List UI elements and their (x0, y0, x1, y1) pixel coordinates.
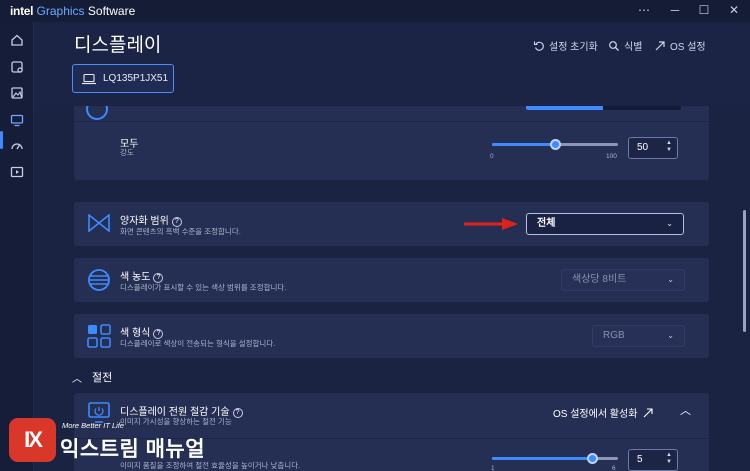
os-enable-link[interactable]: OS 설정에서 활성화 (553, 405, 653, 420)
sidebar-active-indicator (0, 131, 3, 149)
external-link-icon (644, 407, 653, 417)
stripes-circle-icon (88, 269, 110, 291)
tab-basic[interactable]: 기본 (526, 106, 603, 110)
brand-intel: intel (10, 4, 34, 18)
home-icon[interactable] (9, 32, 25, 48)
watermark-logo: IX (9, 418, 56, 462)
color-format-card: 색 형식? 디스플레이로 색상이 전송되는 형식을 설정합니다. RGB ⌄ (74, 314, 709, 358)
tab-advanced[interactable]: 고급 (603, 106, 681, 110)
chevron-down-icon: ⌄ (667, 331, 674, 340)
display-icon[interactable] (9, 112, 25, 128)
settings-content: 기본 고급 모두 강도 0 100 50 ▲▼ 양자화 범위? 화면 콘텐츠의 … (34, 106, 750, 471)
watermark-title: 익스트림 매뉴얼 (60, 438, 206, 461)
intensity-slider-knob[interactable] (549, 139, 561, 150)
stepper-arrows-icon[interactable]: ▲ ▼ (666, 452, 672, 466)
video-icon[interactable] (9, 164, 25, 180)
page-header: 디스플레이 설정 초기화 식별 OS 설정 LQ135P1JX51 (34, 22, 750, 106)
identify-button[interactable]: 식별 (608, 38, 642, 53)
os-settings-label: OS 설정 (670, 42, 706, 53)
power-level-value: 5 (637, 454, 643, 465)
external-link-icon (655, 40, 665, 50)
red-arrow-annotation-icon (464, 218, 518, 230)
display-selector[interactable]: LQ135P1JX51 (72, 64, 174, 93)
quantization-card: 양자화 범위? 화면 콘텐츠의 흑백 수준을 조정합니다. 전체 ⌄ (74, 202, 709, 246)
laptop-icon (82, 73, 96, 84)
color-depth-value: 색상당 8비트 (572, 274, 627, 285)
bowtie-icon (88, 214, 110, 232)
chevron-up-icon[interactable]: ︿ (680, 402, 691, 418)
color-format-title: 색 형식? (120, 324, 164, 339)
intensity-slider-fill (492, 143, 555, 146)
help-icon[interactable]: ? (232, 408, 243, 418)
quantization-sub: 화면 콘텐츠의 흑백 수준을 조정합니다. (120, 227, 241, 236)
power-slider-knob[interactable] (587, 453, 599, 464)
color-format-value: RGB (603, 330, 625, 341)
color-card: 기본 고급 모두 강도 0 100 50 ▲▼ (74, 106, 709, 180)
search-icon (609, 40, 619, 51)
apps-icon[interactable] (9, 59, 25, 75)
os-settings-button[interactable]: OS 설정 (654, 38, 706, 53)
sidebar (0, 22, 34, 471)
display-power-sub: 이미지 가시성을 향상하는 절전 기능 (120, 417, 232, 426)
power-section-toggle[interactable]: ︿ 절전 (72, 369, 112, 385)
intensity-stepper[interactable]: 50 ▲ ▼ (628, 137, 678, 159)
intensity-max-label: 100 (606, 153, 617, 160)
display-name: LQ135P1JX51 (103, 73, 169, 84)
power-stepper[interactable]: 5 ▲ ▼ (628, 449, 678, 471)
color-depth-title: 색 농도? (120, 268, 164, 283)
all-sub: 강도 (120, 148, 134, 157)
color-format-sub: 디스플레이로 색상이 전송되는 형식을 설정합니다. (120, 339, 276, 348)
quantization-value: 전체 (537, 218, 556, 229)
color-wheel-icon (86, 106, 108, 120)
color-depth-sub: 디스플레이가 표시할 수 있는 색상 범위를 조정합니다. (120, 283, 287, 292)
quantization-dropdown[interactable]: 전체 ⌄ (526, 213, 684, 235)
intensity-value: 50 (637, 142, 649, 153)
close-button[interactable]: ✕ (726, 3, 742, 17)
more-options-button[interactable]: ⋯ (636, 3, 652, 17)
color-depth-card: 색 농도? 디스플레이가 표시할 수 있는 색상 범위를 조정합니다. 색상당 … (74, 258, 709, 302)
title-bar: intel Graphics Software ⋯ ─ ☐ ✕ (0, 0, 750, 22)
intensity-min-label: 0 (490, 153, 494, 160)
identify-label: 식별 (624, 42, 643, 53)
gauge-icon[interactable] (9, 138, 25, 154)
brand-graphics: Graphics (36, 4, 85, 18)
image-icon[interactable] (9, 85, 25, 101)
stepper-arrows-icon[interactable]: ▲ ▼ (666, 140, 672, 154)
maximize-button[interactable]: ☐ (696, 3, 712, 17)
grid-icon (87, 324, 111, 348)
card-divider (74, 121, 709, 122)
chevron-down-icon: ⌄ (667, 275, 674, 284)
reset-settings-label: 설정 초기화 (549, 42, 598, 53)
power-min-label: 1 (491, 465, 495, 471)
reset-settings-button[interactable]: 설정 초기화 (533, 38, 598, 53)
color-depth-dropdown[interactable]: 색상당 8비트 ⌄ (561, 269, 685, 291)
watermark-tagline: More Better IT Life (62, 421, 125, 430)
power-slider-fill (492, 457, 593, 460)
page-title: 디스플레이 (74, 35, 162, 56)
app-brand: intel Graphics Software (10, 4, 135, 18)
power-max-label: 6 (612, 465, 616, 471)
os-enable-label: OS 설정에서 활성화 (553, 409, 638, 420)
minimize-button[interactable]: ─ (667, 3, 683, 17)
quantization-title: 양자화 범위? (120, 212, 182, 227)
reset-icon (533, 41, 544, 51)
chevron-down-icon: ⌄ (666, 219, 673, 228)
power-section-label: 절전 (92, 372, 113, 384)
brand-software: Software (87, 4, 136, 18)
chevron-up-icon: ︿ (72, 373, 82, 385)
color-format-dropdown[interactable]: RGB ⌄ (592, 325, 685, 347)
scrollbar[interactable] (743, 210, 746, 332)
